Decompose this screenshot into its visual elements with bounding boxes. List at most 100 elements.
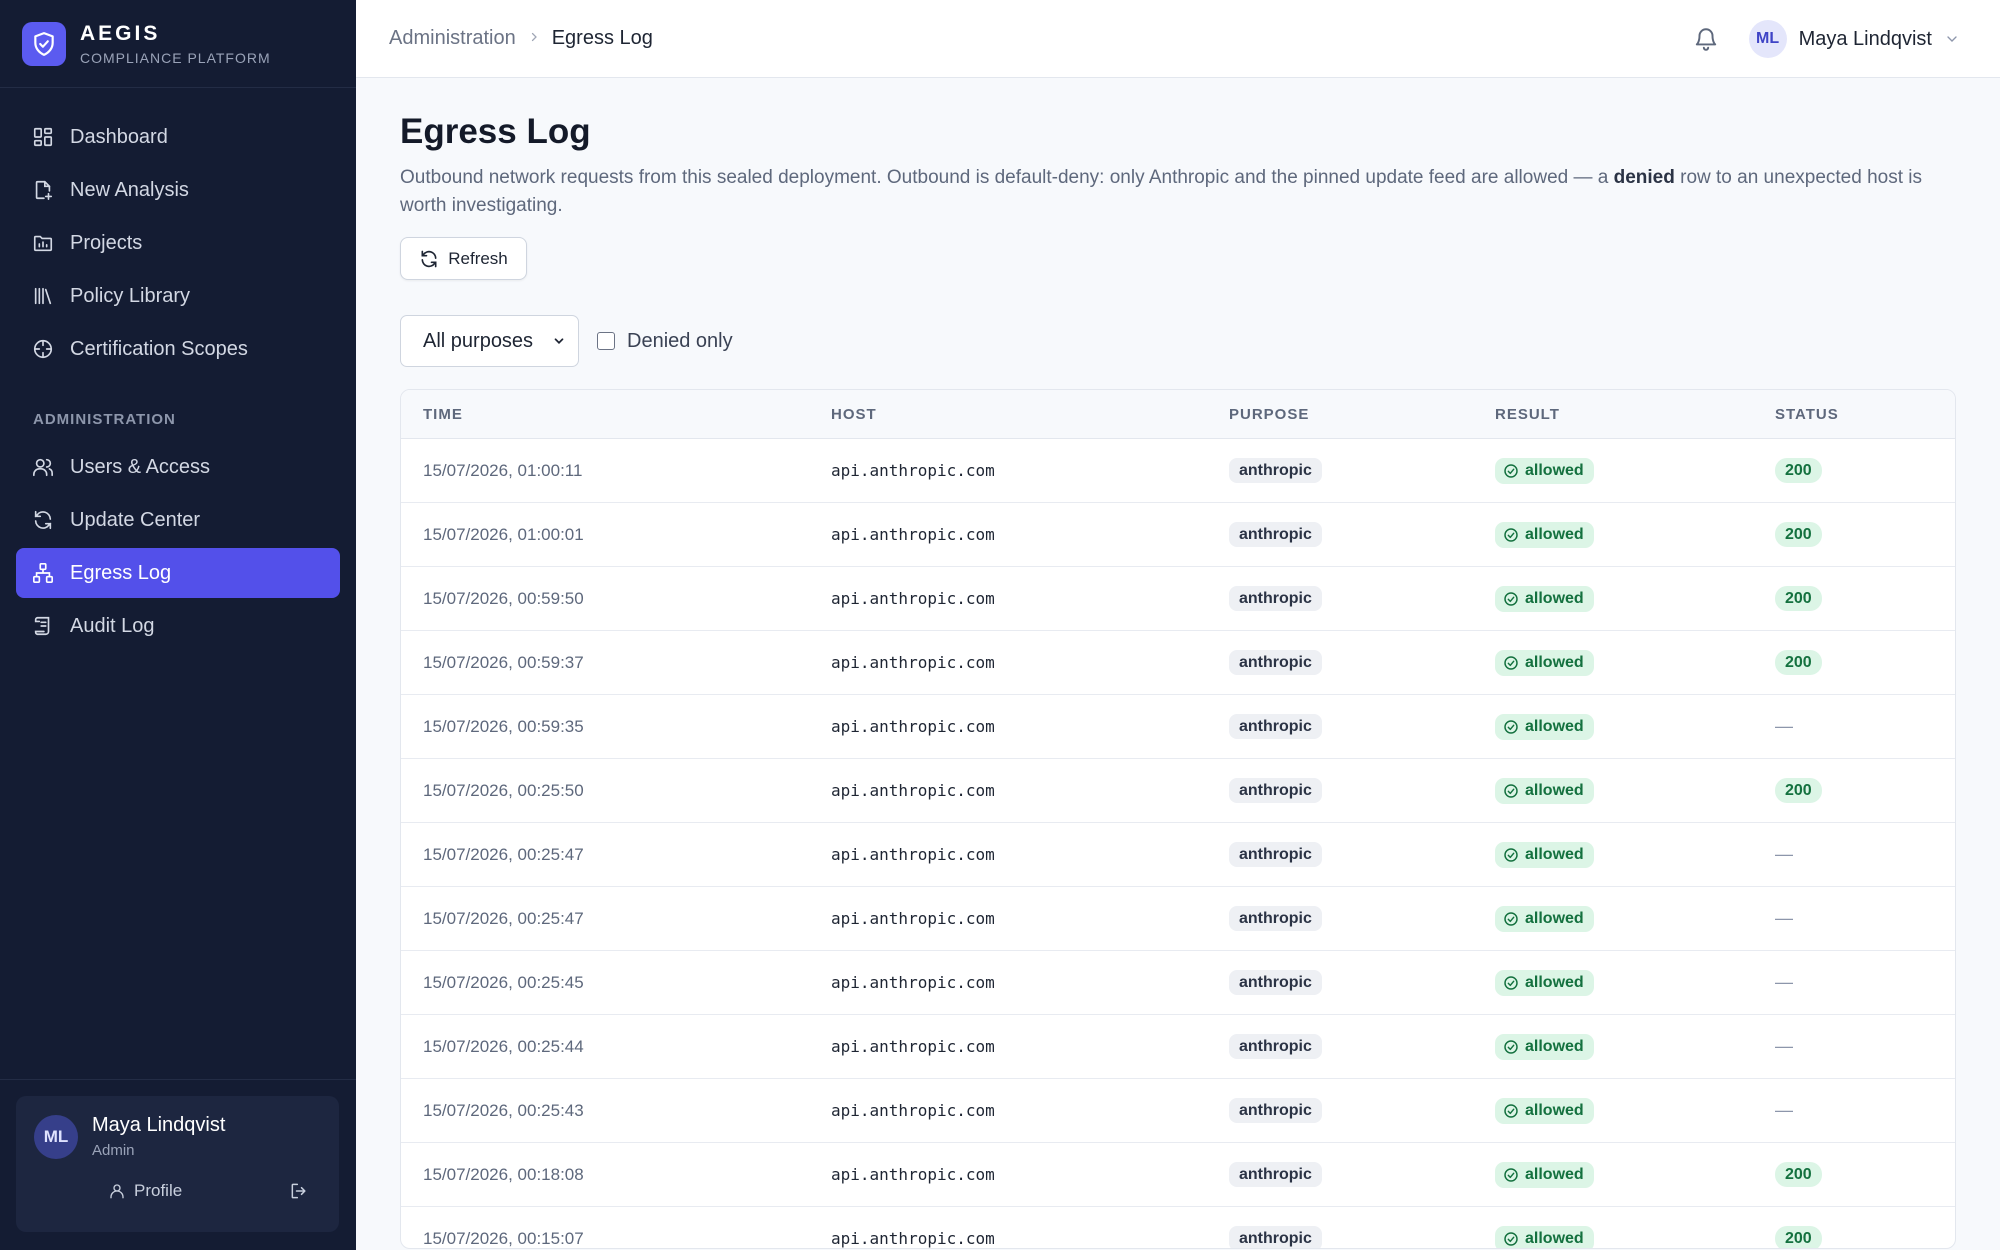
cell-host: api.anthropic.com xyxy=(831,973,995,992)
column-header-result: RESULT xyxy=(1495,405,1560,423)
sidebar-divider xyxy=(0,1079,356,1080)
refresh-icon xyxy=(421,250,437,267)
sidebar-item-label: Audit Log xyxy=(70,614,155,637)
purpose-select[interactable]: All purposes xyxy=(400,315,579,367)
breadcrumb-current: Egress Log xyxy=(551,27,653,49)
denied-only-checkbox[interactable] xyxy=(597,332,615,350)
denied-only-toggle[interactable]: Denied only xyxy=(597,330,733,353)
check-circle-icon xyxy=(1504,591,1518,606)
cell-time: 15/07/2026, 00:25:47 xyxy=(423,844,584,864)
cell-host: api.anthropic.com xyxy=(831,653,995,672)
page-title: Egress Log xyxy=(400,112,591,151)
user-name: Maya Lindqvist xyxy=(92,1114,226,1136)
logout-icon[interactable] xyxy=(289,1181,309,1201)
check-circle-icon xyxy=(1504,1231,1518,1246)
cell-host: api.anthropic.com xyxy=(831,589,995,608)
cell-time: 15/07/2026, 01:00:01 xyxy=(423,524,584,544)
cell-host: api.anthropic.com xyxy=(831,909,995,928)
table-row: 15/07/2026, 00:18:08 api.anthropic.com ant… xyxy=(401,1143,1955,1207)
table-header: TIME HOST PURPOSE RESULT STATUS xyxy=(401,390,1955,439)
sidebar-item-audit-log[interactable]: Audit Log xyxy=(16,601,340,651)
dashboard-icon xyxy=(33,127,53,147)
result-badge: allowed xyxy=(1495,713,1594,740)
sidebar-item-projects[interactable]: Projects xyxy=(16,218,340,268)
check-circle-icon xyxy=(1504,783,1518,798)
table-row: 15/07/2026, 00:25:50 api.anthropic.com ant… xyxy=(401,759,1955,823)
file-plus-icon xyxy=(35,180,53,200)
breadcrumb: Administration Egress Log xyxy=(389,27,653,50)
description-text: Outbound network requests from this seal… xyxy=(400,167,1614,188)
page-description: Outbound network requests from this seal… xyxy=(400,164,1940,220)
cell-time: 15/07/2026, 00:59:35 xyxy=(423,716,584,736)
sidebar-nav: Dashboard New Analysis Projects Policy L… xyxy=(0,112,356,651)
sidebar-item-new-analysis[interactable]: New Analysis xyxy=(16,165,340,215)
topbar: Administration Egress Log ML Maya Lindqv… xyxy=(356,0,2000,78)
table-row: 15/07/2026, 00:25:47 api.anthropic.com ant… xyxy=(401,887,1955,951)
result-badge: allowed xyxy=(1495,457,1594,484)
cell-time: 15/07/2026, 00:25:45 xyxy=(423,972,584,992)
purpose-badge: anthropic xyxy=(1229,649,1322,675)
scroll-icon xyxy=(34,616,50,636)
network-icon xyxy=(33,563,53,583)
user-role: Admin xyxy=(92,1142,135,1159)
sidebar-item-users-access[interactable]: Users & Access xyxy=(16,442,340,492)
sidebar-item-label: New Analysis xyxy=(70,178,189,201)
refresh-button[interactable]: Refresh xyxy=(400,237,527,280)
folder-chart-icon xyxy=(33,235,53,252)
cell-host: api.anthropic.com xyxy=(831,717,995,736)
result-badge: allowed xyxy=(1495,777,1594,804)
sidebar-item-certification-scopes[interactable]: Certification Scopes xyxy=(16,324,340,374)
table-row: 15/07/2026, 01:00:01 api.anthropic.com ant… xyxy=(401,503,1955,567)
column-header-status: STATUS xyxy=(1775,405,1839,423)
check-circle-icon xyxy=(1504,1103,1518,1118)
status-badge: 200 xyxy=(1775,521,1822,547)
bell-icon[interactable] xyxy=(1693,26,1719,52)
status-badge: 200 xyxy=(1775,585,1822,611)
sidebar-item-label: Dashboard xyxy=(70,125,168,148)
table-row: 15/07/2026, 00:59:37 api.anthropic.com ant… xyxy=(401,631,1955,695)
status-badge: 200 xyxy=(1775,1161,1822,1187)
refresh-label: Refresh xyxy=(448,248,508,268)
purpose-badge: anthropic xyxy=(1229,1033,1322,1059)
breadcrumb-parent[interactable]: Administration xyxy=(389,27,516,50)
cell-time: 15/07/2026, 00:59:50 xyxy=(423,588,584,608)
status-badge: 200 xyxy=(1775,1225,1822,1248)
result-label: allowed xyxy=(1525,717,1584,735)
cell-host: api.anthropic.com xyxy=(831,461,995,480)
sidebar-item-egress-log[interactable]: Egress Log xyxy=(16,548,340,598)
sidebar: AEGIS COMPLIANCE PLATFORM Dashboard New … xyxy=(0,0,356,1250)
result-badge: allowed xyxy=(1495,1033,1594,1060)
library-icon xyxy=(34,287,52,305)
result-badge: allowed xyxy=(1495,841,1594,868)
main-content: Egress Log Outbound network requests fro… xyxy=(400,78,1956,1249)
brand: AEGIS COMPLIANCE PLATFORM xyxy=(0,0,356,88)
result-badge: allowed xyxy=(1495,905,1594,932)
result-label: allowed xyxy=(1525,1165,1584,1183)
column-header-purpose: PURPOSE xyxy=(1229,405,1310,423)
status-badge: 200 xyxy=(1775,457,1822,483)
egress-table: TIME HOST PURPOSE RESULT STATUS 15/07/20… xyxy=(400,389,1956,1249)
check-circle-icon xyxy=(1504,463,1518,478)
cell-time: 15/07/2026, 00:15:07 xyxy=(423,1228,584,1248)
sidebar-item-policy-library[interactable]: Policy Library xyxy=(16,271,340,321)
table-row: 15/07/2026, 00:15:07 api.anthropic.com ant… xyxy=(401,1207,1955,1248)
sidebar-section-administration: ADMINISTRATION xyxy=(33,411,176,428)
cell-host: api.anthropic.com xyxy=(831,1101,995,1120)
status-badge: — xyxy=(1775,908,1793,928)
sidebar-item-update-center[interactable]: Update Center xyxy=(16,495,340,545)
sidebar-user-card: ML Maya Lindqvist Admin Profile xyxy=(16,1096,339,1232)
profile-button[interactable]: Profile xyxy=(108,1181,182,1201)
check-circle-icon xyxy=(1504,847,1518,862)
table-row: 15/07/2026, 00:25:45 api.anthropic.com ant… xyxy=(401,951,1955,1015)
user-menu[interactable]: ML Maya Lindqvist xyxy=(1748,20,1960,58)
table-row: 15/07/2026, 01:00:11 api.anthropic.com ant… xyxy=(401,439,1955,503)
result-label: allowed xyxy=(1525,1229,1584,1247)
result-badge: allowed xyxy=(1495,1225,1594,1248)
purpose-badge: anthropic xyxy=(1229,777,1322,803)
result-label: allowed xyxy=(1525,781,1584,799)
result-label: allowed xyxy=(1525,973,1584,991)
sidebar-item-dashboard[interactable]: Dashboard xyxy=(16,112,340,162)
chevron-down-icon xyxy=(1947,36,1957,42)
brand-name: AEGIS xyxy=(80,21,161,45)
description-emphasis: denied xyxy=(1613,167,1675,188)
